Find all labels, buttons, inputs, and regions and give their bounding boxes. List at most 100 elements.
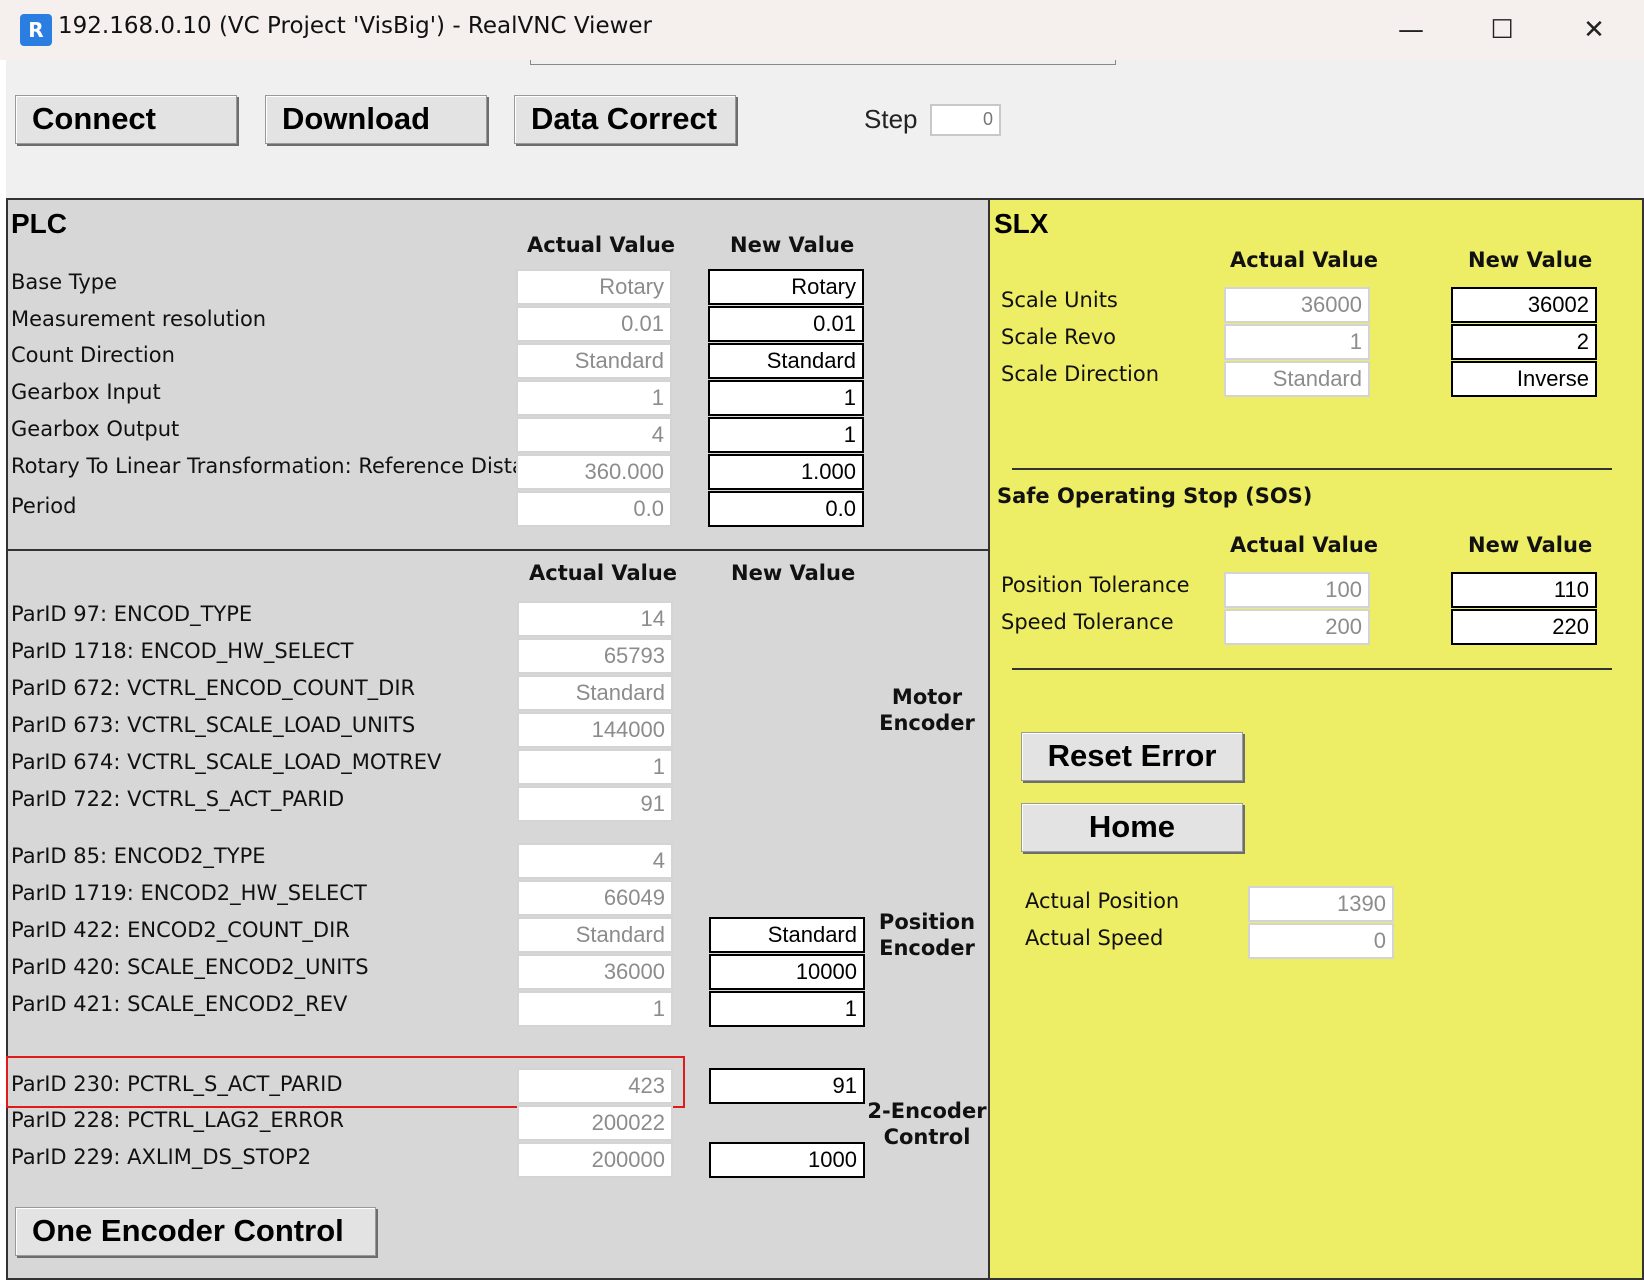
slx-actual-header: Actual Value — [1230, 248, 1379, 272]
sos-row-label: Speed Tolerance — [1001, 610, 1174, 634]
status-label: Actual Speed — [1025, 926, 1164, 950]
param-actual: 200000 — [517, 1142, 673, 1178]
plc-row-label: Measurement resolution — [11, 307, 267, 331]
plc-row-label: Rotary To Linear Transformation: Referen… — [11, 454, 563, 478]
plc-new-count-direction[interactable]: Standard — [708, 343, 864, 379]
plc-actual-gearbox-output: 4 — [516, 417, 672, 453]
slx-new-header: New Value — [1468, 248, 1593, 272]
slx-actual-scale-units: 36000 — [1224, 287, 1370, 323]
param-actual: 1 — [517, 749, 673, 785]
minimize-button[interactable]: — — [1391, 10, 1431, 50]
param-label: ParID 85: ENCOD2_TYPE — [11, 844, 266, 868]
sos-actual-position-tolerance: 100 — [1224, 572, 1370, 608]
group-label-line: Encoder — [879, 711, 975, 735]
param-label: ParID 97: ENCOD_TYPE — [11, 602, 253, 626]
sos-new-speed-tolerance[interactable]: 220 — [1451, 609, 1597, 645]
slx-new-scale-direction[interactable]: Inverse — [1451, 361, 1597, 397]
one-encoder-control-button[interactable]: One Encoder Control — [15, 1207, 376, 1256]
param-actual: 4 — [517, 843, 673, 879]
slx-title: SLX — [994, 208, 1049, 239]
maximize-button[interactable]: ☐ — [1482, 10, 1522, 50]
close-button[interactable]: ✕ — [1574, 10, 1614, 50]
params-new-header: New Value — [731, 561, 856, 585]
home-button[interactable]: Home — [1021, 803, 1243, 852]
sos-actual-header: Actual Value — [1230, 533, 1379, 557]
param-new[interactable]: 91 — [709, 1068, 865, 1104]
motor-encoder-group-label: Motor Encoder — [872, 684, 982, 736]
two-encoder-group-label: 2-Encoder Control — [867, 1098, 987, 1150]
param-new[interactable]: 1000 — [709, 1142, 865, 1178]
slx-row-label: Scale Units — [1001, 288, 1118, 312]
plc-row-label: Period — [11, 494, 77, 518]
param-actual: 144000 — [517, 712, 673, 748]
reset-error-button[interactable]: Reset Error — [1021, 732, 1243, 781]
param-actual: 200022 — [517, 1105, 673, 1141]
plc-row-label: Gearbox Output — [11, 417, 180, 441]
actual-speed-value: 0 — [1248, 923, 1394, 959]
param-label: ParID 420: SCALE_ENCOD2_UNITS — [11, 955, 369, 979]
data-correct-button[interactable]: Data Correct — [514, 95, 736, 144]
sos-actual-speed-tolerance: 200 — [1224, 609, 1370, 645]
connect-button[interactable]: Connect — [15, 95, 237, 144]
param-label: ParID 1719: ENCOD2_HW_SELECT — [11, 881, 367, 905]
window-title: 192.168.0.10 (VC Project 'VisBig') - Rea… — [58, 13, 653, 39]
param-label: ParID 722: VCTRL_S_ACT_PARID — [11, 787, 345, 811]
top-partial-frame — [530, 60, 1116, 65]
param-actual: 66049 — [517, 880, 673, 916]
param-label: ParID 672: VCTRL_ENCOD_COUNT_DIR — [11, 676, 416, 700]
plc-actual-count-direction: Standard — [516, 343, 672, 379]
param-actual: Standard — [517, 675, 673, 711]
group-label-line: Motor — [891, 685, 963, 709]
plc-actual-resolution: 0.01 — [516, 306, 672, 342]
slx-divider — [1012, 468, 1612, 470]
plc-new-resolution[interactable]: 0.01 — [708, 306, 864, 342]
download-button[interactable]: Download — [265, 95, 487, 144]
plc-new-gearbox-input[interactable]: 1 — [708, 380, 864, 416]
plc-divider — [6, 549, 990, 551]
slx-actual-scale-revo: 1 — [1224, 324, 1370, 360]
param-new[interactable]: 1 — [709, 991, 865, 1027]
plc-row-label: Count Direction — [11, 343, 175, 367]
group-label-line: 2-Encoder — [867, 1099, 987, 1123]
param-label: ParID 230: PCTRL_S_ACT_PARID — [11, 1072, 343, 1096]
param-label: ParID 674: VCTRL_SCALE_LOAD_MOTREV — [11, 750, 442, 774]
position-encoder-group-label: Position Encoder — [872, 909, 982, 961]
slx-new-scale-units[interactable]: 36002 — [1451, 287, 1597, 323]
plc-actual-period: 0.0 — [516, 491, 672, 527]
param-label: ParID 229: AXLIM_DS_STOP2 — [11, 1145, 312, 1169]
plc-actual-reference-distance: 360.000 — [516, 454, 672, 490]
param-actual: Standard — [517, 917, 673, 953]
param-new[interactable]: Standard — [709, 917, 865, 953]
group-label-line: Position — [878, 910, 976, 934]
plc-actual-header: Actual Value — [527, 233, 676, 257]
plc-title: PLC — [11, 208, 67, 239]
step-field[interactable]: 0 — [930, 104, 1001, 136]
param-actual: 36000 — [517, 954, 673, 990]
actual-position-value: 1390 — [1248, 886, 1394, 922]
slx-row-label: Scale Revo — [1001, 325, 1117, 349]
group-label-line: Control — [883, 1125, 971, 1149]
status-label: Actual Position — [1025, 889, 1180, 913]
plc-row-label: Gearbox Input — [11, 380, 161, 404]
plc-row-label: Base Type — [11, 270, 118, 294]
plc-new-base-type[interactable]: Rotary — [708, 269, 864, 305]
plc-new-reference-distance[interactable]: 1.000 — [708, 454, 864, 490]
sos-row-label: Position Tolerance — [1001, 573, 1190, 597]
param-new[interactable]: 10000 — [709, 954, 865, 990]
slx-new-scale-revo[interactable]: 2 — [1451, 324, 1597, 360]
param-label: ParID 422: ENCOD2_COUNT_DIR — [11, 918, 350, 942]
group-label-line: Encoder — [879, 936, 975, 960]
plc-new-gearbox-output[interactable]: 1 — [708, 417, 864, 453]
realvnc-icon: R — [20, 14, 52, 46]
plc-actual-gearbox-input: 1 — [516, 380, 672, 416]
plc-new-header: New Value — [730, 233, 855, 257]
slx-divider — [1012, 668, 1612, 670]
params-actual-header: Actual Value — [529, 561, 678, 585]
plc-new-period[interactable]: 0.0 — [708, 491, 864, 527]
slx-actual-scale-direction: Standard — [1224, 361, 1370, 397]
param-label: ParID 673: VCTRL_SCALE_LOAD_UNITS — [11, 713, 416, 737]
param-actual: 1 — [517, 991, 673, 1027]
sos-title: Safe Operating Stop (SOS) — [997, 484, 1313, 508]
param-actual: 91 — [517, 786, 673, 822]
sos-new-position-tolerance[interactable]: 110 — [1451, 572, 1597, 608]
